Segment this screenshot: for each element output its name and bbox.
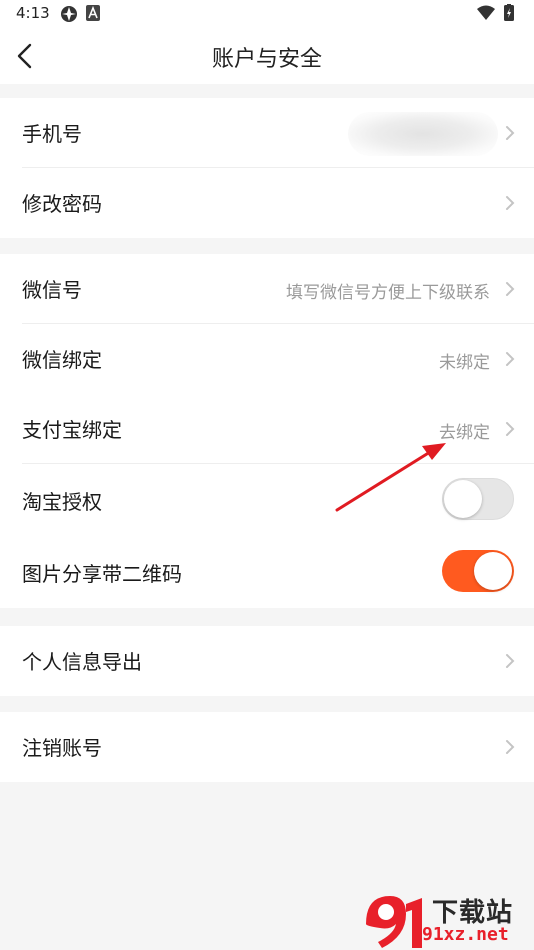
row-wechat-id[interactable]: 微信号 填写微信号方便上下级联系: [0, 254, 534, 324]
watermark-domain: 91xz.net: [422, 924, 509, 945]
row-alipay-binding[interactable]: 支付宝绑定 去绑定: [0, 394, 534, 464]
group-account: 手机号 修改密码: [0, 98, 534, 238]
row-taobao-auth: 淘宝授权: [0, 464, 534, 536]
watermark-logo-icon: [366, 896, 422, 948]
row-label: 手机号: [22, 122, 82, 146]
chevron-right-icon: [506, 740, 515, 754]
row-deactivate-account[interactable]: 注销账号: [0, 712, 534, 782]
chevron-right-icon: [506, 282, 515, 296]
status-bar: 4:13: [0, 0, 534, 28]
share-qr-toggle[interactable]: [442, 550, 514, 592]
row-value: 去绑定: [439, 423, 490, 443]
watermark: 下载站 91xz.net: [362, 890, 534, 950]
row-label: 微信绑定: [22, 348, 102, 372]
row-label: 微信号: [22, 278, 82, 302]
group-export: 个人信息导出: [0, 626, 534, 696]
row-share-qr: 图片分享带二维码: [0, 536, 534, 608]
row-label: 淘宝授权: [22, 490, 102, 514]
wifi-icon: [477, 5, 495, 20]
a-badge-icon: [86, 5, 100, 25]
chevron-right-icon: [506, 654, 515, 668]
chevron-right-icon: [506, 352, 515, 366]
row-phone-number[interactable]: 手机号: [0, 98, 534, 168]
row-label: 修改密码: [22, 192, 102, 216]
chevron-right-icon: [506, 422, 515, 436]
status-time: 4:13: [16, 4, 50, 22]
page-title: 账户与安全: [211, 47, 322, 72]
group-deactivate: 注销账号: [0, 712, 534, 782]
row-label: 注销账号: [22, 736, 102, 760]
row-export-personal-info[interactable]: 个人信息导出: [0, 626, 534, 696]
chevron-right-icon: [506, 126, 515, 140]
chevron-right-icon: [506, 196, 515, 210]
status-right-icons: [476, 4, 520, 26]
nav-bar: 账户与安全: [0, 28, 534, 84]
group-bindings: 微信号 填写微信号方便上下级联系 微信绑定 未绑定 支付宝绑定 去绑定 淘宝授权…: [0, 254, 534, 608]
app-logo-icon: [60, 5, 78, 27]
toggle-knob: [444, 480, 482, 518]
taobao-auth-toggle[interactable]: [442, 478, 514, 520]
row-value: 填写微信号方便上下级联系: [286, 283, 490, 303]
row-label: 支付宝绑定: [22, 418, 122, 442]
row-label: 个人信息导出: [22, 650, 142, 674]
row-label: 图片分享带二维码: [22, 562, 182, 586]
battery-icon: [504, 4, 514, 21]
row-value: 未绑定: [439, 353, 490, 373]
toggle-knob: [474, 552, 512, 590]
row-wechat-binding[interactable]: 微信绑定 未绑定: [0, 324, 534, 394]
row-change-password[interactable]: 修改密码: [0, 168, 534, 238]
phone-number-value-blurred: [348, 112, 498, 156]
